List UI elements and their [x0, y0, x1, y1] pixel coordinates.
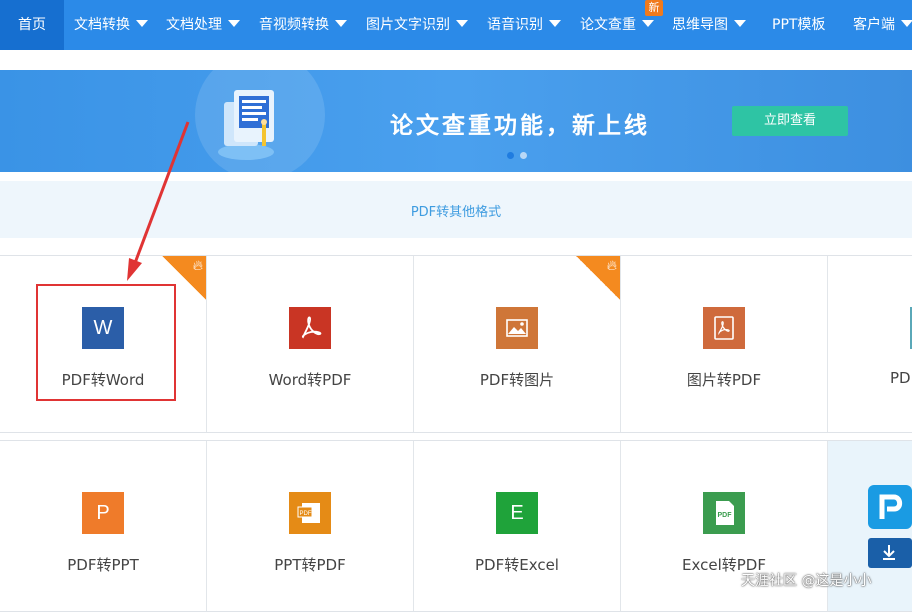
app-logo-icon [868, 485, 912, 529]
excel-icon: E [496, 492, 538, 534]
tool-card-pdf-to-ppt[interactable]: P PDF转PPT [0, 441, 207, 611]
powerpoint-icon: P [82, 492, 124, 534]
tool-card-pdf-to-excel[interactable]: E PDF转Excel [414, 441, 621, 611]
svg-text:PDF: PDF [718, 512, 733, 519]
watermark: 天涯社区 @这是小小 [741, 573, 872, 589]
svg-text:PDF: PDF [300, 511, 312, 517]
download-button[interactable] [868, 538, 912, 568]
tool-label: PPT转PDF [274, 556, 346, 574]
tool-card-ppt-to-pdf[interactable]: PDF PPT转PDF [207, 441, 414, 611]
excel-pdf-icon: PDF [703, 492, 745, 534]
tool-label: PDF转Excel [475, 556, 559, 574]
tool-label: PDF转PPT [67, 556, 139, 574]
ppt-pdf-icon: PDF [289, 492, 331, 534]
